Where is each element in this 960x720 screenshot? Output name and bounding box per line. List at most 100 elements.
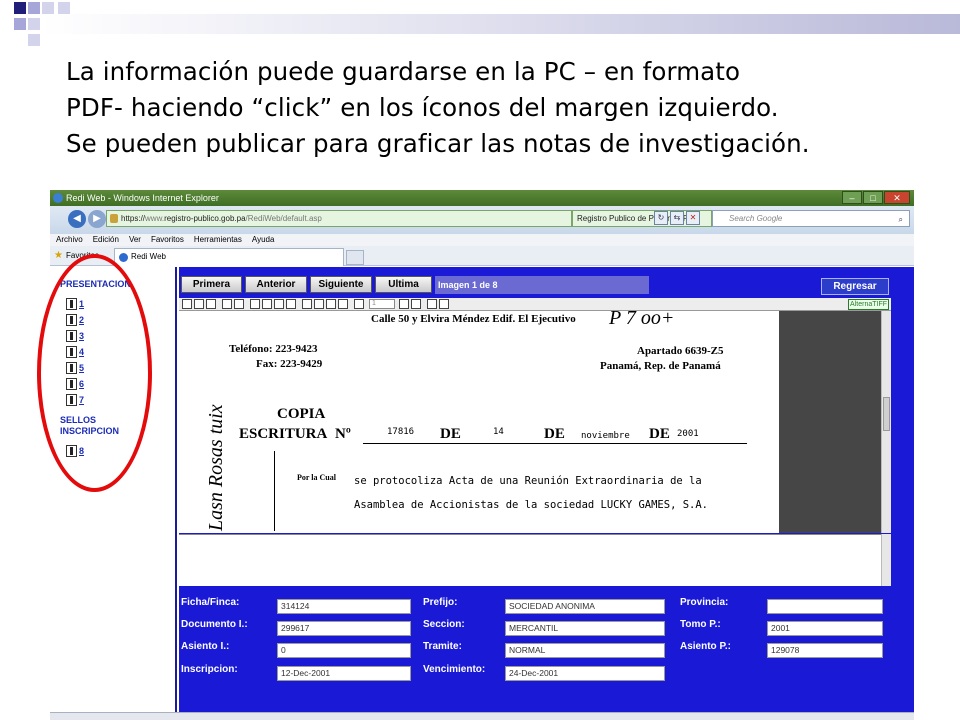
print-icon[interactable] [182,299,192,309]
address-bar[interactable]: https://www.registro-publico.gob.pa/Redi… [106,210,572,227]
decor-square [28,34,40,46]
address-path: /RediWeb/default.asp [245,214,322,223]
copy-icon[interactable] [206,299,216,309]
doc-dia: 14 [493,427,504,437]
siguiente-button[interactable]: Siguiente [310,276,372,293]
minimize-button[interactable]: – [842,191,862,204]
address-toolbar: ◀ ▶ https://www.registro-publico.gob.pa/… [50,206,914,234]
tiff-toolbar: 1 AlternaTIFF [179,298,891,311]
back-button[interactable]: ◀ [68,210,86,228]
regresar-button[interactable]: Regresar [821,278,889,295]
doc-de1: DE [440,426,461,442]
tab-title: Redi Web [131,252,166,261]
doc-copia: COPIA [277,406,326,422]
stop-icon[interactable]: ✕ [686,211,700,225]
slide-line: La información puede guardarse en la PC … [66,57,741,86]
fit-width-icon[interactable] [250,299,260,309]
refresh-icon[interactable]: ↻ [654,211,668,225]
ficha-label: Ficha/Finca: [181,597,240,608]
primera-button[interactable]: Primera [181,276,242,293]
invert-icon[interactable] [338,299,348,309]
compat-icon[interactable]: ⇆ [670,211,684,225]
new-tab-button[interactable] [346,250,364,265]
maximize-button[interactable]: □ [863,191,883,204]
favorites-star-icon[interactable]: ★ [54,250,63,261]
inscripcion-label: Inscripcion: [181,664,238,675]
address-www: www. [145,214,165,223]
decor-square [28,2,40,14]
menu-bar: Archivo Edición Ver Favoritos Herramient… [50,234,914,246]
save-icon[interactable] [194,299,204,309]
inscripcion-field[interactable]: 12-Dec-2001 [277,666,411,681]
zoom-icon[interactable] [222,299,232,309]
actual-size-icon[interactable] [286,299,296,309]
tramite-field[interactable]: NORMAL [505,643,665,658]
search-icon[interactable]: ⌕ [899,212,903,227]
fit-page-icon[interactable] [262,299,272,309]
doc-underline [363,443,747,444]
vencimiento-field[interactable]: 24-Dec-2001 [505,666,665,681]
flip-icon[interactable] [326,299,336,309]
hand-icon[interactable] [234,299,244,309]
prefijo-label: Prefijo: [423,597,458,608]
image-counter: Imagen 1 de 8 [435,276,649,294]
menu-ayuda[interactable]: Ayuda [252,234,275,246]
doc-line-2: Asamblea de Accionistas de la sociedad L… [354,499,709,511]
ultima-button[interactable]: Ultima [375,276,432,293]
next-page-icon[interactable] [411,299,421,309]
menu-herramientas[interactable]: Herramientas [194,234,242,246]
viewer-pane: Primera Anterior Siguiente Ultima Imagen… [179,267,914,720]
seccion-field[interactable]: MERCANTIL [505,621,665,636]
asiento-p-field[interactable]: 129078 [767,643,883,658]
prefijo-field[interactable]: SOCIEDAD ANONIMA [505,599,665,614]
decor-square [14,18,26,30]
documento-label: Documento I.: [181,619,248,630]
decor-square [14,2,26,14]
documento-field[interactable]: 299617 [277,621,411,636]
browser-tab[interactable]: Redi Web [114,248,344,266]
menu-favoritos[interactable]: Favoritos [151,234,184,246]
scrollbar-thumb[interactable] [883,397,890,431]
fit-height-icon[interactable] [274,299,284,309]
menu-archivo[interactable]: Archivo [56,234,83,246]
asiento-field[interactable]: 0 [277,643,411,658]
tab-page-icon [119,253,128,262]
ie-icon [53,193,63,203]
doc-margin-line [274,451,275,531]
viewer-scrollbar[interactable] [881,311,891,533]
forward-button[interactable]: ▶ [88,210,106,228]
doc-por-la-cual: Por la Cual [297,473,336,482]
tomo-field[interactable]: 2001 [767,621,883,636]
slide-line: Se pueden publicar para graficar las not… [66,129,810,158]
doc-scribble: P 7 oo+ [609,311,675,329]
record-details-form: Ficha/Finca: 314124 Documento I.: 299617… [179,597,914,720]
address-scheme: https:// [121,214,146,223]
ficha-field[interactable]: 314124 [277,599,411,614]
provincia-field[interactable] [767,599,883,614]
status-bar [50,712,914,720]
menu-edicion[interactable]: Edición [93,234,119,246]
viewer-blank-area [179,534,891,586]
help-icon[interactable] [439,299,449,309]
rotate-right-icon[interactable] [314,299,324,309]
blank-area-scrollbar[interactable] [881,534,891,586]
doc-line-1: se protocoliza Acta de una Reunión Extra… [354,475,702,487]
search-placeholder: Search Google [729,214,783,223]
vencimiento-label: Vencimiento: [423,664,486,675]
menu-ver[interactable]: Ver [129,234,141,246]
close-button[interactable]: ✕ [884,191,910,204]
doc-vertical-signature: Lasn Rosas tuix [205,404,227,531]
settings-icon[interactable] [427,299,437,309]
info-icon[interactable] [354,299,364,309]
slide-line: PDF- haciendo “click” en los íconos del … [66,93,779,122]
highlight-oval [37,254,152,492]
page-number-box[interactable]: 1 [369,299,395,309]
alternatiff-badge[interactable]: AlternaTIFF [848,299,889,310]
search-input[interactable]: Search Google ⌕ [712,210,910,227]
prev-page-icon[interactable] [399,299,409,309]
rotate-left-icon[interactable] [302,299,312,309]
window-controls: – □ ✕ [842,191,910,205]
address-host: registro-publico.gob.pa [164,214,246,223]
anterior-button[interactable]: Anterior [245,276,307,293]
asiento-label: Asiento I.: [181,641,230,652]
